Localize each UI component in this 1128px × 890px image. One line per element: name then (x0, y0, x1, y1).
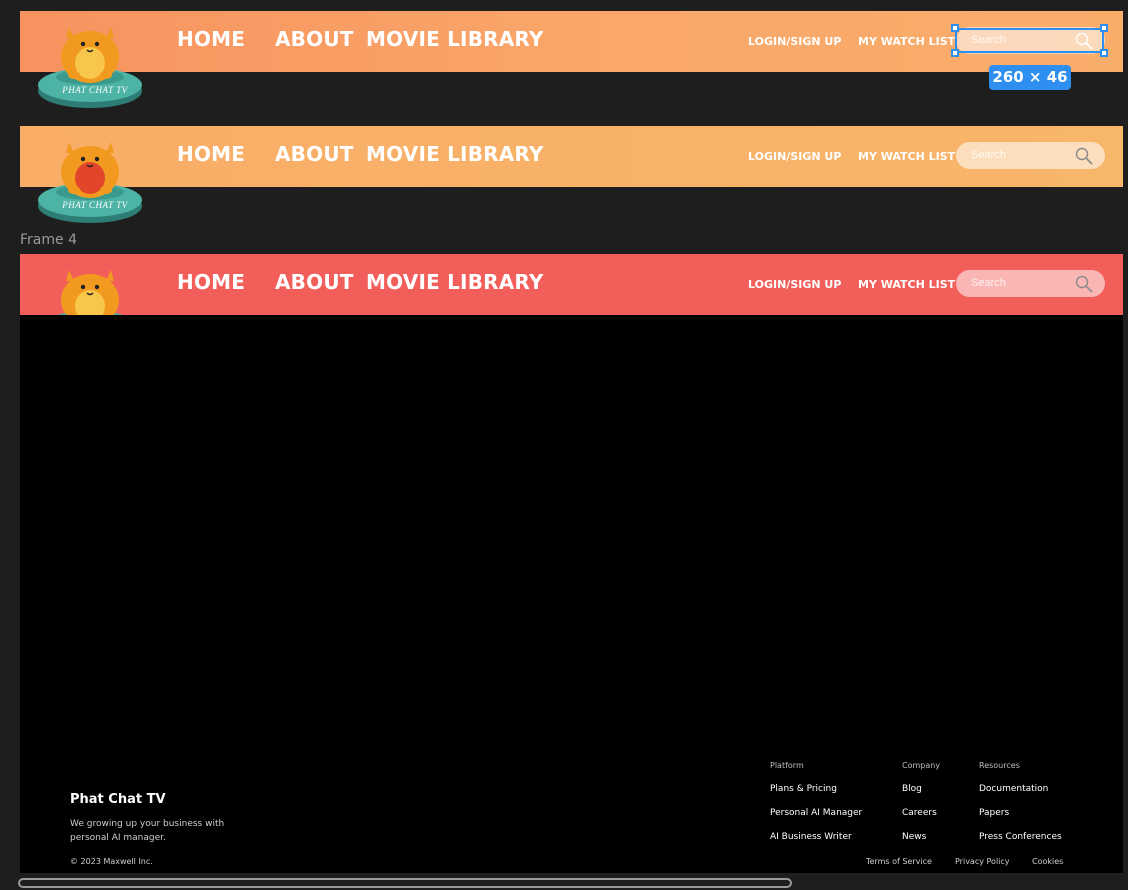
logo[interactable]: PHAT CHAT TV (36, 13, 152, 109)
footer-link-blog[interactable]: Blog (902, 784, 940, 808)
footer-column-heading: Resources (979, 761, 1020, 770)
login-signup-link[interactable]: LOGIN/SIGN UP (748, 278, 841, 291)
nav-movie-library-link[interactable]: MOVIE LIBRARY (366, 270, 544, 294)
design-canvas: PHAT CHAT TV HOME ABOUT MOVIE LIBRARY LO… (0, 0, 1128, 890)
footer-link-ai-business-writer[interactable]: AI Business Writer (770, 832, 862, 856)
nav-home-link[interactable]: HOME (177, 27, 245, 51)
logo[interactable]: PHAT CHAT TV (36, 128, 152, 224)
my-watch-list-link[interactable]: MY WATCH LIST (858, 278, 955, 291)
footer-column-resources: Resources Documentation Papers Press Con… (979, 761, 1062, 856)
my-watch-list-link[interactable]: MY WATCH LIST (858, 150, 955, 163)
horizontal-scrollbar[interactable] (18, 878, 792, 888)
cookies-link[interactable]: Cookies (1032, 857, 1063, 866)
footer-column-heading: Platform (770, 761, 804, 770)
search-icon[interactable] (1075, 275, 1093, 293)
terms-of-service-link[interactable]: Terms of Service (866, 857, 932, 866)
footer-copyright: © 2023 Maxwell Inc. (70, 857, 153, 866)
footer-tagline: We growing up your business with persona… (70, 819, 225, 843)
footer-link-documentation[interactable]: Documentation (979, 784, 1062, 808)
footer-brand: Phat Chat TV (70, 792, 166, 807)
search-box[interactable] (956, 270, 1105, 297)
nav-about-link[interactable]: ABOUT (275, 142, 354, 166)
login-signup-link[interactable]: LOGIN/SIGN UP (748, 150, 841, 163)
header-frame-1[interactable]: PHAT CHAT TV HOME ABOUT MOVIE LIBRARY LO… (20, 11, 1123, 108)
footer-link-press-conferences[interactable]: Press Conferences (979, 832, 1062, 856)
footer-link-plans-pricing[interactable]: Plans & Pricing (770, 784, 862, 808)
logo-text: PHAT CHAT TV (62, 200, 128, 210)
my-watch-list-link[interactable]: MY WATCH LIST (858, 35, 955, 48)
search-input[interactable] (971, 274, 1071, 292)
footer-link-careers[interactable]: Careers (902, 808, 940, 832)
privacy-policy-link[interactable]: Privacy Policy (955, 857, 1010, 866)
frame-4-body: Phat Chat TV We growing up your business… (20, 315, 1123, 873)
footer-link-papers[interactable]: Papers (979, 808, 1062, 832)
footer-link-personal-ai-manager[interactable]: Personal AI Manager (770, 808, 862, 832)
dimension-badge: 260 × 46 (989, 65, 1071, 90)
nav-home-link[interactable]: HOME (177, 270, 245, 294)
search-input[interactable] (971, 146, 1071, 164)
logo-text: PHAT CHAT TV (62, 85, 128, 95)
search-input[interactable] (971, 31, 1071, 49)
nav-home-link[interactable]: HOME (177, 142, 245, 166)
footer-column-heading: Company (902, 761, 941, 770)
footer-column-company: Company Blog Careers News (902, 761, 940, 856)
search-box[interactable] (956, 27, 1105, 54)
footer-link-news[interactable]: News (902, 832, 940, 856)
search-icon[interactable] (1075, 147, 1093, 165)
frame-label[interactable]: Frame 4 (20, 232, 77, 248)
header-frame-4[interactable]: PHAT CHAT TV HOME ABOUT MOVIE LIBRARY LO… (20, 254, 1123, 351)
footer-column-platform: Platform Plans & Pricing Personal AI Man… (770, 761, 862, 856)
nav-about-link[interactable]: ABOUT (275, 27, 354, 51)
header-frame-2[interactable]: PHAT CHAT TV HOME ABOUT MOVIE LIBRARY LO… (20, 126, 1123, 223)
resize-handle-bottom-left[interactable] (951, 49, 959, 57)
search-icon[interactable] (1075, 32, 1093, 50)
search-box[interactable] (956, 142, 1105, 169)
resize-handle-bottom-right[interactable] (1100, 49, 1108, 57)
resize-handle-top-left[interactable] (951, 24, 959, 32)
nav-about-link[interactable]: ABOUT (275, 270, 354, 294)
nav-movie-library-link[interactable]: MOVIE LIBRARY (366, 142, 544, 166)
nav-movie-library-link[interactable]: MOVIE LIBRARY (366, 27, 544, 51)
resize-handle-top-right[interactable] (1100, 24, 1108, 32)
login-signup-link[interactable]: LOGIN/SIGN UP (748, 35, 841, 48)
